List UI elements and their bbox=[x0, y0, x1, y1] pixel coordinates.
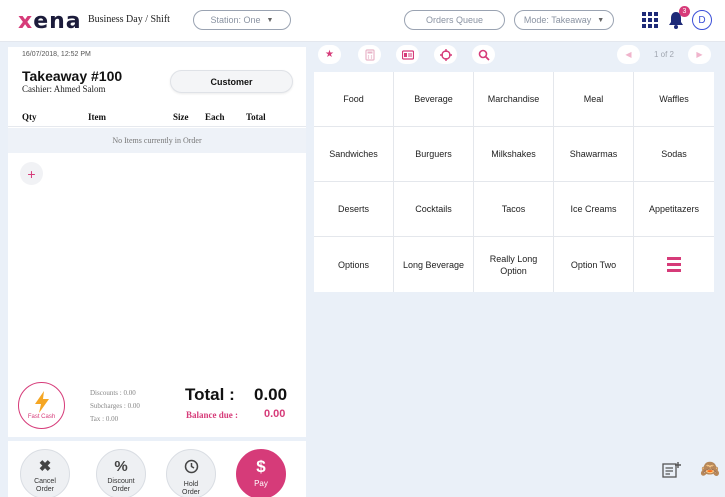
user-avatar[interactable]: D bbox=[692, 10, 712, 30]
add-item-button[interactable]: + bbox=[20, 162, 43, 185]
previous-page-button[interactable]: ◀ bbox=[617, 45, 640, 64]
chevron-down-icon: ▼ bbox=[266, 16, 274, 24]
category-cocktails[interactable]: Cocktails bbox=[394, 182, 474, 237]
search-icon[interactable] bbox=[472, 45, 495, 64]
fast-cash-label: Fast Cash bbox=[27, 414, 56, 420]
category-ice-creams[interactable]: Ice Creams bbox=[554, 182, 634, 237]
category-waffles[interactable]: Waffles bbox=[634, 72, 714, 127]
action-bar: ✖ Cancel Order % Discount Order Hold Ord… bbox=[8, 441, 306, 497]
column-header-size: Size bbox=[173, 112, 189, 122]
column-header-item: Item bbox=[88, 112, 106, 122]
header-divider bbox=[8, 126, 306, 127]
more-categories-button[interactable] bbox=[634, 237, 714, 292]
column-header-total: Total bbox=[246, 112, 266, 122]
apps-grid-icon[interactable] bbox=[642, 12, 658, 28]
support-avatar-icon[interactable]: 🙈 bbox=[700, 460, 720, 480]
clock-icon bbox=[184, 459, 199, 478]
column-header-qty: Qty bbox=[22, 112, 37, 122]
orders-queue-button[interactable]: Orders Queue bbox=[404, 10, 505, 30]
category-meal[interactable]: Meal bbox=[554, 72, 634, 127]
percent-icon: % bbox=[114, 458, 128, 475]
category-grid: Food Beverage Marchandise Meal Waffles S… bbox=[314, 72, 714, 292]
category-milkshakes[interactable]: Milkshakes bbox=[474, 127, 554, 182]
category-pager: ◀ 1 of 2 ▶ bbox=[617, 45, 711, 64]
category-deserts[interactable]: Deserts bbox=[314, 182, 394, 237]
note-add-icon[interactable] bbox=[662, 461, 682, 479]
fast-cash-button[interactable]: Fast Cash bbox=[18, 382, 65, 429]
menu-bars-icon bbox=[667, 257, 681, 272]
dollar-icon: $ bbox=[256, 457, 266, 476]
category-long-beverage[interactable]: Long Beverage bbox=[394, 237, 474, 292]
category-option-two[interactable]: Option Two bbox=[554, 237, 634, 292]
close-icon: ✖ bbox=[38, 458, 52, 475]
hold-order-button[interactable]: Hold Order bbox=[166, 449, 216, 497]
discounts-label: Discounts : 0.00 bbox=[90, 389, 136, 397]
total-value: 0.00 bbox=[254, 385, 288, 404]
notification-badge: 3 bbox=[679, 6, 690, 17]
category-burguers[interactable]: Burguers bbox=[394, 127, 474, 182]
subcharges-label: Subcharges : 0.00 bbox=[90, 402, 140, 410]
category-marchandise[interactable]: Marchandise bbox=[474, 72, 554, 127]
order-datetime: 16/07/2018, 12:52 PM bbox=[22, 51, 91, 58]
orders-queue-label: Orders Queue bbox=[425, 15, 484, 25]
star-icon[interactable]: ★ bbox=[318, 45, 341, 64]
station-select[interactable]: Station: One ▼ bbox=[193, 10, 291, 30]
lightning-icon bbox=[34, 391, 49, 413]
category-appetitazers[interactable]: Appetitazers bbox=[634, 182, 714, 237]
cancel-order-button[interactable]: ✖ Cancel Order bbox=[20, 449, 70, 497]
balance-due-label: Balance due : bbox=[186, 410, 239, 420]
crosshair-icon[interactable] bbox=[434, 45, 457, 64]
column-header-each: Each bbox=[205, 112, 225, 122]
station-select-label: Station: One bbox=[210, 15, 261, 25]
category-tacos[interactable]: Tacos bbox=[474, 182, 554, 237]
pay-label: Pay bbox=[254, 479, 268, 488]
cashier-label: Cashier: Ahmed Salom bbox=[22, 84, 106, 94]
order-panel: 16/07/2018, 12:52 PM Takeaway #100 Cashi… bbox=[8, 47, 306, 437]
calculator-icon[interactable] bbox=[358, 45, 381, 64]
hold-order-label: Hold Order bbox=[182, 481, 200, 496]
mode-select[interactable]: Mode: Takeaway ▼ bbox=[514, 10, 614, 30]
mode-select-label: Mode: Takeaway bbox=[523, 15, 592, 25]
chevron-down-icon: ▼ bbox=[597, 16, 605, 24]
balance-due-value: 0.00 bbox=[264, 408, 286, 420]
category-options[interactable]: Options bbox=[314, 237, 394, 292]
page-indicator: 1 of 2 bbox=[653, 50, 674, 59]
category-beverage[interactable]: Beverage bbox=[394, 72, 474, 127]
discount-order-button[interactable]: % Discount Order bbox=[96, 449, 146, 497]
customer-button[interactable]: Customer bbox=[170, 70, 293, 93]
top-header: xena Business Day / Shift Station: One ▼… bbox=[0, 0, 725, 42]
tax-label: Tax : 0.00 bbox=[90, 415, 119, 423]
total-label: Total : bbox=[185, 385, 235, 404]
id-card-icon[interactable] bbox=[396, 45, 419, 64]
empty-order-message: No Items currently in Order bbox=[8, 128, 306, 153]
next-page-button[interactable]: ▶ bbox=[688, 45, 711, 64]
category-sodas[interactable]: Sodas bbox=[634, 127, 714, 182]
order-title: Takeaway #100 bbox=[22, 68, 123, 84]
pay-button[interactable]: $ Pay bbox=[236, 449, 286, 497]
cancel-order-label: Cancel Order bbox=[34, 478, 56, 493]
business-day-label[interactable]: Business Day / Shift bbox=[88, 14, 170, 25]
category-really-long-option[interactable]: Really Long Option bbox=[474, 237, 554, 292]
category-food[interactable]: Food bbox=[314, 72, 394, 127]
category-shawarmas[interactable]: Shawarmas bbox=[554, 127, 634, 182]
discount-order-label: Discount Order bbox=[107, 478, 135, 493]
category-sandwiches[interactable]: Sandwiches bbox=[314, 127, 394, 182]
xena-logo: xena bbox=[18, 9, 82, 34]
